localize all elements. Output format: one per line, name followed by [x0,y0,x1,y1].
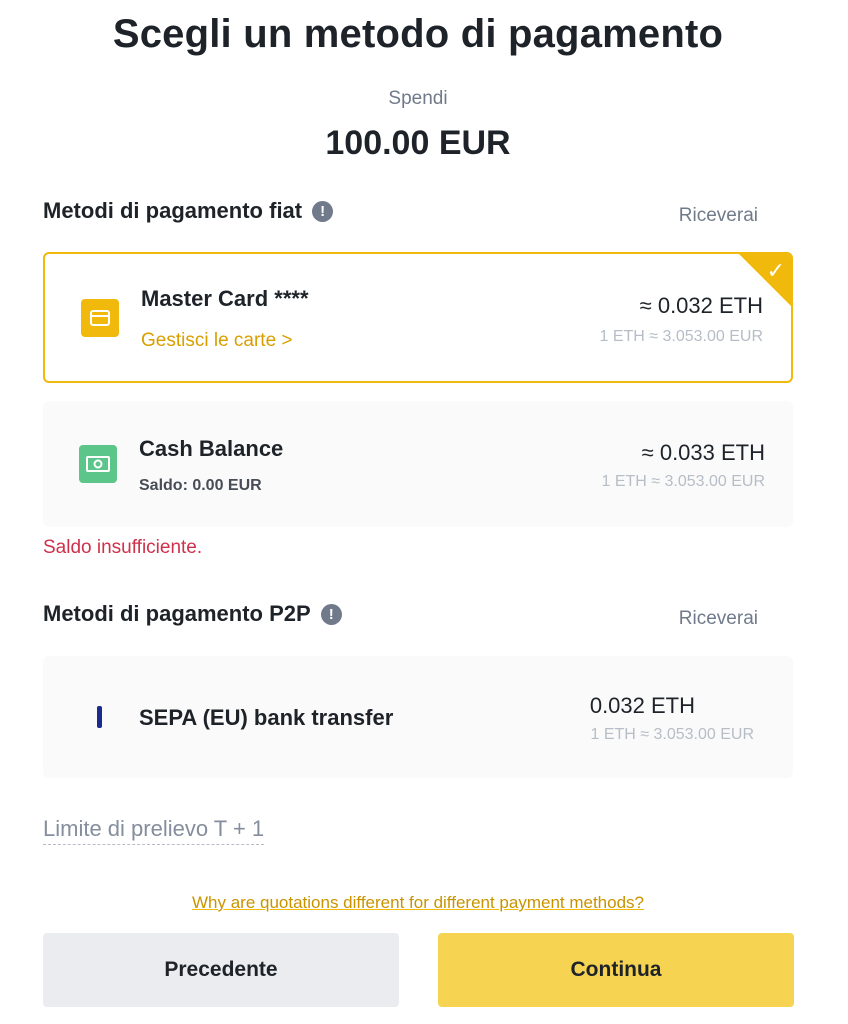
payment-method-mastercard[interactable]: ✓ Master Card **** Gestisci le carte > ≈… [43,252,793,383]
method-name: Master Card **** [141,286,309,311]
withdraw-limit-link[interactable]: Limite di prelievo T + 1 [43,816,265,845]
fiat-section-label: Metodi di pagamento fiat [43,198,303,223]
payment-method-cash-balance[interactable]: Cash Balance Saldo: 0.00 EUR ≈ 0.033 ETH… [43,401,793,527]
quotation-help-link[interactable]: Why are quotations different for differe… [0,893,836,913]
p2p-section-label: Metodi di pagamento P2P [43,601,311,626]
check-icon: ✓ [766,258,785,283]
method-rate: 1 ETH ≈ 3.053.00 EUR [590,726,754,743]
spend-amount: 100.00 EUR [325,124,511,162]
spend-label: Spendi [388,88,448,109]
method-amount: ≈ 0.032 ETH [639,293,763,318]
method-name: Cash Balance [139,436,284,461]
payment-method-sepa[interactable]: SEPA (EU) bank transfer 0.032 ETH 1 ETH … [43,656,793,778]
fiat-receive-label: Riceverai [678,205,758,226]
back-button[interactable]: Precedente [43,933,399,1007]
method-amount: ≈ 0.033 ETH [641,440,765,465]
method-rate: 1 ETH ≈ 3.053.00 EUR [601,473,765,490]
p2p-receive-label: Riceverai [678,608,758,629]
p2p-section-title: Metodi di pagamento P2P ! [43,601,342,627]
info-icon[interactable]: ! [312,200,334,222]
card-icon [81,299,119,337]
fiat-section-title: Metodi di pagamento fiat ! [43,198,334,224]
method-amount: 0.032 ETH [589,693,695,718]
method-rate: 1 ETH ≈ 3.053.00 EUR [599,328,763,345]
cash-icon [79,445,117,483]
method-name: SEPA (EU) bank transfer [139,705,394,730]
balance-text: Saldo: 0.00 EUR [139,477,262,494]
page-title: Scegli un metodo di pagamento [112,12,724,56]
manage-cards-link[interactable]: Gestisci le carte > [141,330,293,352]
info-icon[interactable]: ! [320,603,342,625]
insufficient-balance-error: Saldo insufficiente. [43,537,203,558]
sepa-bar-icon [97,706,102,728]
continue-button[interactable]: Continua [438,933,794,1007]
